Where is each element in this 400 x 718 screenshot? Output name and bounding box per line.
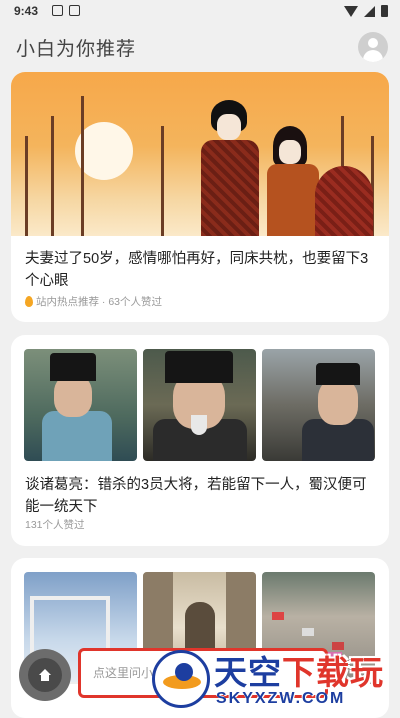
watermark: 天空下载玩 SKYXZW.COM bbox=[152, 648, 400, 710]
thumbnail-image bbox=[143, 349, 256, 461]
notification-icon bbox=[52, 5, 63, 16]
tree-illustration bbox=[25, 136, 28, 236]
notification-icon bbox=[69, 5, 80, 16]
home-button-inner bbox=[28, 658, 62, 692]
feed-card-1-meta: 站内热点推荐 · 63个人赞过 bbox=[25, 294, 162, 309]
feed-card-2-meta: 131个人赞过 bbox=[25, 517, 85, 532]
avatar-icon[interactable] bbox=[358, 32, 388, 62]
status-right bbox=[344, 5, 388, 17]
feed-card-1-title[interactable]: 夫妻过了50岁，感情哪怕再好，同床共枕，也要留下3个心眼 bbox=[25, 248, 377, 292]
status-notification-icons bbox=[52, 5, 80, 16]
watermark-url: SKYXZW.COM bbox=[216, 690, 346, 707]
man-illustration bbox=[197, 100, 267, 236]
page-title: 小白为你推荐 bbox=[16, 39, 137, 60]
thumbnail-image bbox=[262, 349, 375, 461]
battery-icon bbox=[381, 5, 388, 17]
home-icon bbox=[39, 669, 51, 681]
status-time: 9:43 bbox=[14, 4, 39, 18]
tree-illustration bbox=[81, 96, 84, 236]
feed-card-1-meta-text: 站内热点推荐 · 63个人赞过 bbox=[36, 296, 163, 308]
avatar-body bbox=[363, 50, 383, 62]
feed-card-2[interactable]: 谈诸葛亮：错杀的3员大将，若能留下一人，蜀汉便可能一统天下 131个人赞过 bbox=[11, 335, 389, 546]
feed-card-1-image bbox=[11, 72, 389, 236]
feed-card-2-images bbox=[24, 349, 375, 461]
tree-illustration bbox=[161, 126, 164, 236]
watermark-logo-icon bbox=[152, 650, 210, 708]
avatar-head bbox=[368, 38, 378, 48]
flame-icon bbox=[25, 296, 33, 307]
woman-illustration bbox=[263, 126, 373, 236]
tree-illustration bbox=[51, 116, 54, 236]
signal-icon bbox=[364, 5, 375, 17]
feed-card-2-title[interactable]: 谈诸葛亮：错杀的3员大将，若能留下一人，蜀汉便可能一统天下 bbox=[25, 474, 377, 518]
status-bar: 9:43 bbox=[0, 0, 400, 22]
feed-card-1[interactable]: 夫妻过了50岁，感情哪怕再好，同床共枕，也要留下3个心眼 站内热点推荐 · 63… bbox=[11, 72, 389, 322]
home-button[interactable] bbox=[19, 649, 71, 701]
watermark-text: 天空下载玩 bbox=[214, 654, 384, 691]
thumbnail-image bbox=[24, 349, 137, 461]
feed-card-2-meta-text: 131个人赞过 bbox=[25, 519, 85, 531]
wifi-icon bbox=[344, 5, 358, 17]
